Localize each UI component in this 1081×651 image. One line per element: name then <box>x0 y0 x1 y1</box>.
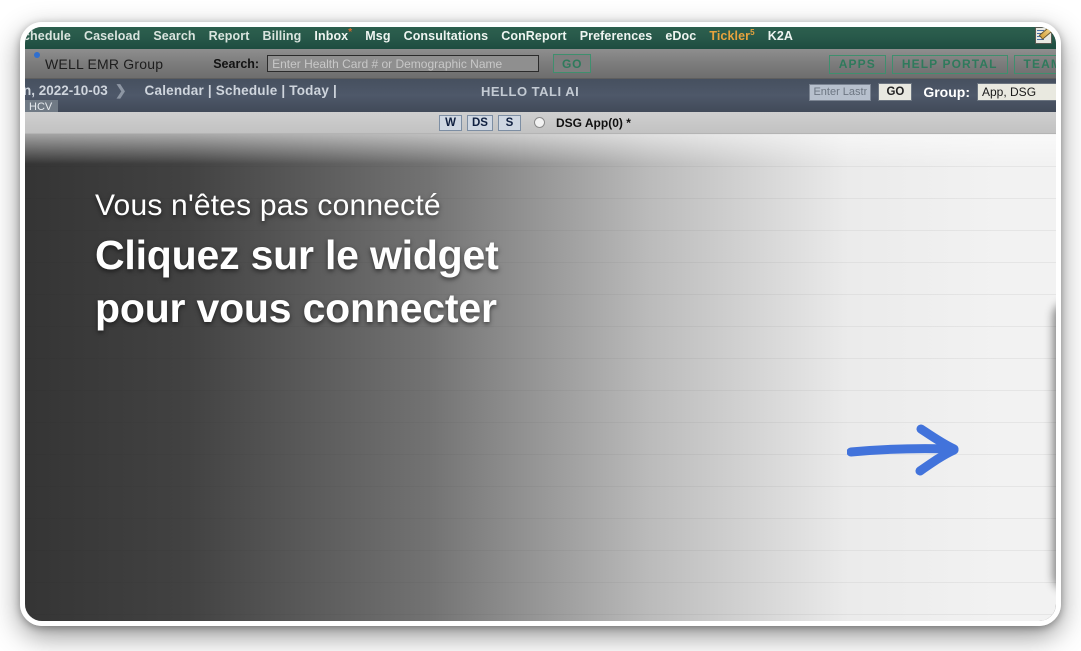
menu-item-tickler-label: Tickler <box>709 29 751 44</box>
menu-item-k2a[interactable]: K2A <box>768 29 793 43</box>
menu-bar-right-group: Help | L <box>1034 27 1061 49</box>
apps-button[interactable]: APPS <box>828 54 886 74</box>
view-ds-button[interactable]: DS <box>467 114 493 131</box>
date-row: n, 2022-10-03 ❯ <box>25 82 127 99</box>
date-block: n, 2022-10-03 ❯ HCV <box>25 79 127 115</box>
tali-assistant-widget[interactable]: ? Assistant Tali <box>1056 300 1061 587</box>
lastname-go-button[interactable]: GO <box>878 83 913 101</box>
notepad-edit-icon[interactable] <box>1034 27 1052 44</box>
message-line-2: Cliquez sur le widget <box>95 232 499 278</box>
emr-application-viewport: chedule Caseload Search Report Billing I… <box>25 27 1061 621</box>
current-date-label[interactable]: n, 2022-10-03 <box>25 83 108 98</box>
top-action-buttons: APPS HELP PORTAL TEAMVIEW <box>828 49 1056 79</box>
group-select[interactable] <box>977 83 1056 101</box>
schedule-grid-area: Vous n'êtes pas connecté Cliquez sur le … <box>25 134 1061 621</box>
not-connected-message: Vous n'êtes pas connecté Cliquez sur le … <box>95 189 499 336</box>
view-s-button[interactable]: S <box>497 114 521 131</box>
chevron-right-icon[interactable]: ❯ <box>115 82 127 99</box>
view-mode-toolbar: W DS S DSG App(0) * <box>25 112 1056 134</box>
search-toolbar: WELL EMR Group Search: GO APPS HELP PORT… <box>25 49 1056 79</box>
greeting-label: HELLO TALI AI <box>481 84 580 99</box>
search-input[interactable] <box>267 55 540 72</box>
brand-label: WELL EMR Group <box>45 55 164 72</box>
window-content-clip: chedule Caseload Search Report Billing I… <box>20 22 1061 626</box>
menu-item-tickler[interactable]: Tickler5 <box>709 28 754 43</box>
menu-item-consultations[interactable]: Consultations <box>404 29 489 43</box>
lastname-search-input[interactable] <box>809 83 872 101</box>
menu-item-report[interactable]: Report <box>209 29 250 43</box>
menu-item-billing[interactable]: Billing <box>263 29 302 43</box>
teamviewer-button[interactable]: TEAMVIEW <box>1013 54 1056 74</box>
message-line-3: pour vous connecter <box>95 285 497 332</box>
tickler-count-superscript: 5 <box>750 27 755 37</box>
message-line-1: Vous n'êtes pas connecté <box>95 189 441 222</box>
browser-window-frame: chedule Caseload Search Report Billing I… <box>20 22 1061 626</box>
menu-item-search[interactable]: Search <box>153 29 195 43</box>
dsg-app-radio[interactable] <box>533 117 545 128</box>
inbox-alert-marker: * <box>348 27 353 39</box>
menu-item-preferences[interactable]: Preferences <box>580 29 653 43</box>
calendar-schedule-today-links[interactable]: Calendar | Schedule | Today | <box>145 79 337 98</box>
menu-item-conreport[interactable]: ConReport <box>501 29 566 43</box>
group-label: Group: <box>923 84 970 100</box>
schedule-subnav-bar: n, 2022-10-03 ❯ HCV Calendar | Schedule … <box>25 79 1056 115</box>
subnav-right-group: GO Group: <box>809 83 1056 101</box>
help-logout-link[interactable]: Help | L <box>1060 29 1061 43</box>
menu-item-msg[interactable]: Msg <box>365 29 390 43</box>
search-go-button[interactable]: GO <box>553 54 592 73</box>
menu-item-edoc[interactable]: eDoc <box>665 29 696 43</box>
status-dot-icon <box>34 52 40 58</box>
arrow-right-icon <box>847 424 959 476</box>
menu-item-caseload[interactable]: Caseload <box>84 29 140 43</box>
menu-item-schedule[interactable]: chedule <box>25 29 71 43</box>
menu-item-inbox[interactable]: Inbox* <box>314 27 352 43</box>
menu-item-inbox-label: Inbox <box>314 29 349 44</box>
help-portal-button[interactable]: HELP PORTAL <box>891 54 1008 74</box>
main-menu-bar: chedule Caseload Search Report Billing I… <box>25 27 1061 49</box>
dsg-app-label: DSG App(0) * <box>555 115 631 130</box>
view-week-button[interactable]: W <box>439 114 462 131</box>
search-label: Search: <box>213 56 260 71</box>
